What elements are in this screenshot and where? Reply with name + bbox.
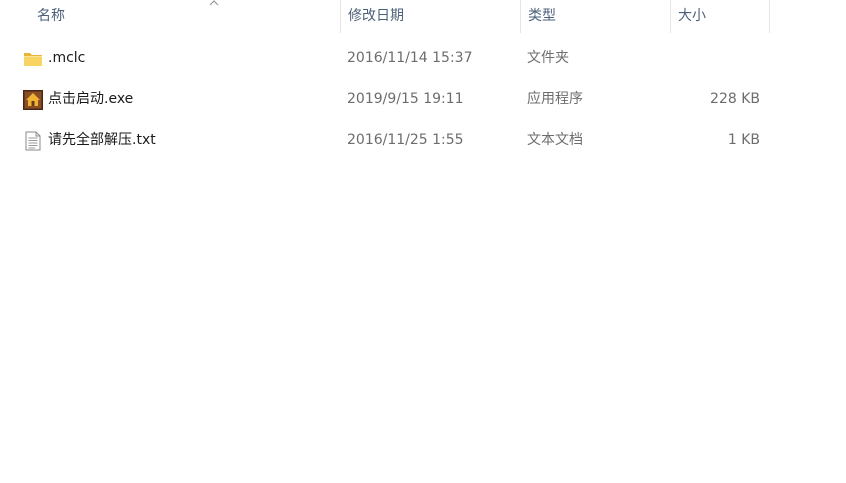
column-header-name[interactable]: 名称 — [30, 0, 340, 33]
file-date: 2016/11/25 1:55 — [347, 132, 464, 148]
column-header-date-label: 修改日期 — [348, 8, 404, 24]
folder-icon — [24, 53, 42, 66]
file-name: 点击启动.exe — [48, 91, 134, 107]
file-date: 2016/11/14 15:37 — [347, 50, 473, 66]
file-type: 文件夹 — [527, 50, 569, 66]
file-row-mclc[interactable]: .mclc 2016/11/14 15:37 文件夹 — [0, 38, 846, 79]
app-house-icon — [23, 90, 43, 110]
file-size: 1 KB — [727, 132, 760, 148]
file-size — [670, 38, 760, 79]
column-header-type[interactable]: 类型 — [520, 0, 670, 33]
column-header-size[interactable]: 大小 — [670, 0, 770, 33]
file-explorer-details-view: 名称 修改日期 类型 大小 .mclc 2016/11/14 15:37 文件夹 — [0, 0, 846, 483]
text-file-icon — [25, 131, 41, 151]
column-header-name-label: 名称 — [37, 8, 65, 24]
column-header-type-label: 类型 — [528, 8, 556, 24]
file-date: 2019/9/15 19:11 — [347, 91, 464, 107]
file-type: 应用程序 — [527, 91, 583, 107]
file-name: .mclc — [48, 50, 86, 66]
file-row-txt[interactable]: 请先全部解压.txt 2016/11/25 1:55 文本文档 1 KB — [0, 120, 846, 161]
column-header-size-label: 大小 — [678, 8, 706, 24]
file-size: 228 KB — [710, 91, 760, 107]
column-header-date[interactable]: 修改日期 — [340, 0, 520, 33]
file-name: 请先全部解压.txt — [48, 132, 156, 148]
file-row-exe[interactable]: 点击启动.exe 2019/9/15 19:11 应用程序 228 KB — [0, 79, 846, 120]
file-type: 文本文档 — [527, 132, 583, 148]
column-header-bar: 名称 修改日期 类型 大小 — [0, 0, 846, 33]
chevron-up-icon — [209, 0, 219, 6]
